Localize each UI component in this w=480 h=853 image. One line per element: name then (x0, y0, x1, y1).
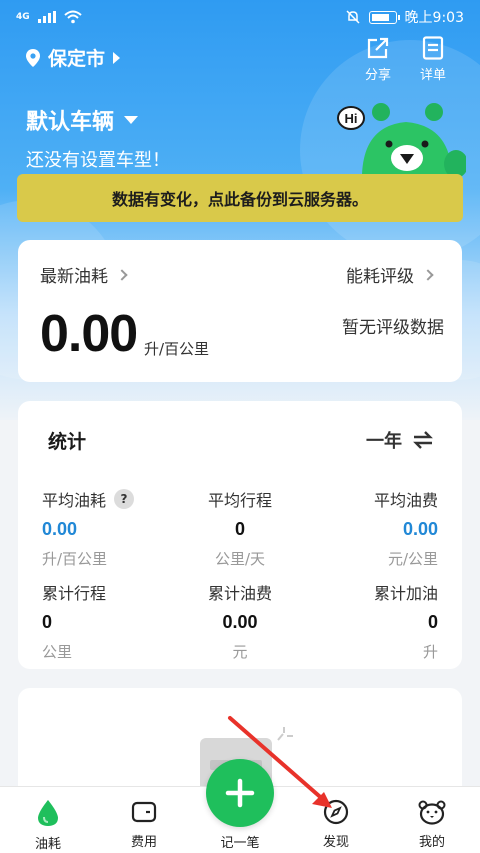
plus-icon (225, 778, 255, 808)
vehicle-name: 默认车辆 (26, 110, 115, 135)
stat-label: 平均行程 (207, 491, 272, 510)
compass-icon (323, 799, 349, 825)
city-name: 保定市 (48, 48, 106, 70)
document-list-icon (422, 36, 444, 60)
stat-avg-consumption: 平均油耗? 0.00 升/百公里 (42, 487, 182, 569)
rating-label: 能耗评级 (346, 267, 414, 287)
caret-down-icon (124, 116, 139, 124)
statistics-card: 统计 一年 平均油耗? 0.00 升/百公里 平均行程 0 公里/天 平均油费 … (18, 401, 462, 669)
latest-consumption-value: 0.00 (40, 305, 138, 363)
detail-label: 详单 (420, 68, 447, 83)
bear-icon (418, 800, 446, 825)
nav-item-expense[interactable]: 费用 (104, 799, 184, 850)
period-switcher[interactable]: 一年 (366, 427, 434, 453)
consumption-card: 最新油耗 能耗评级 0.00 升/百公里 暂无评级数据 (18, 240, 462, 382)
wifi-icon (63, 10, 82, 24)
statistics-title: 统计 (48, 431, 87, 453)
stat-label: 累计行程 (42, 584, 107, 603)
stat-unit: 公里/天 (214, 550, 266, 568)
nav-label: 发现 (322, 835, 349, 850)
latest-consumption-label: 最新油耗 (40, 267, 108, 287)
share-button[interactable]: 分享 (365, 36, 391, 83)
add-record-label: 记一笔 (220, 836, 260, 851)
share-label: 分享 (365, 68, 392, 83)
swap-arrows-icon (413, 431, 433, 449)
period-label: 一年 (366, 431, 402, 452)
stat-value: 0.00 (42, 519, 78, 539)
stat-unit: 公里 (42, 643, 73, 661)
detail-button[interactable]: 详单 (420, 36, 446, 83)
nav-item-fuel[interactable]: 油耗 (8, 799, 88, 852)
status-bar: 4G 晚上9:03 (0, 0, 480, 34)
backup-banner[interactable]: 数据有变化，点此备份到云服务器。 (17, 174, 463, 222)
stat-unit: 元/公里 (387, 550, 438, 568)
stat-value: 0 (234, 519, 245, 539)
mute-bell-icon (346, 10, 360, 24)
stat-value: 0.00 (402, 519, 438, 539)
nav-label: 油耗 (34, 837, 61, 852)
latest-consumption-link[interactable]: 最新油耗 (40, 262, 128, 287)
network-type: 4G (16, 12, 30, 22)
stat-label: 平均油费 (373, 491, 438, 510)
drop-icon (38, 800, 58, 826)
nav-label: 我的 (418, 835, 445, 850)
stat-unit: 升 (422, 643, 438, 661)
city-selector[interactable]: 保定市 (26, 44, 121, 71)
backup-banner-text: 数据有变化，点此备份到云服务器。 (111, 190, 368, 209)
sparkle-icon (277, 727, 293, 741)
stat-value: 0.00 (222, 612, 258, 632)
stat-unit: 元 (232, 643, 248, 661)
mascot-greeting: Hi (345, 111, 358, 126)
share-icon (367, 37, 389, 59)
add-record-button[interactable] (206, 759, 274, 827)
top-bar: 保定市 分享 详单 (0, 36, 480, 86)
stat-avg-fuel-cost: 平均油费 0.00 元/公里 (298, 487, 438, 569)
vehicle-section: 默认车辆 还没有设置车型！ (26, 104, 170, 172)
chevron-right-icon (422, 268, 434, 281)
stat-total-refuel: 累计加油 0 升 (298, 580, 438, 662)
rating-link[interactable]: 能耗评级 (346, 262, 434, 287)
wallet-icon (131, 801, 157, 823)
latest-consumption-unit: 升/百公里 (144, 340, 210, 358)
stat-label: 累计油费 (207, 584, 272, 603)
stat-label: 累计加油 (373, 584, 438, 603)
rating-empty-text: 暂无评级数据 (342, 318, 444, 338)
chevron-right-icon (116, 268, 128, 281)
stat-unit: 升/百公里 (42, 550, 108, 568)
chevron-right-icon (113, 51, 121, 64)
bear-mascot: Hi (337, 103, 466, 184)
clock: 晚上9:03 (404, 10, 464, 26)
nav-item-mine[interactable]: 我的 (392, 799, 472, 850)
battery-icon (368, 10, 400, 24)
stat-avg-distance: 平均行程 0 公里/天 (170, 487, 310, 569)
signal-icon (37, 11, 56, 23)
stat-total-distance: 累计行程 0 公里 (42, 580, 182, 662)
nav-label: 费用 (130, 835, 157, 850)
stat-value: 0 (42, 612, 53, 632)
stat-value: 0 (427, 612, 438, 632)
vehicle-subtitle: 还没有设置车型！ (26, 150, 170, 171)
vehicle-selector[interactable]: 默认车辆 (26, 104, 170, 136)
help-icon[interactable]: ? (114, 489, 135, 509)
stat-label: 平均油耗 (42, 491, 107, 510)
stat-total-fuel-cost: 累计油费 0.00 元 (170, 580, 310, 662)
nav-item-discover[interactable]: 发现 (296, 799, 376, 850)
location-pin-icon (26, 48, 40, 67)
